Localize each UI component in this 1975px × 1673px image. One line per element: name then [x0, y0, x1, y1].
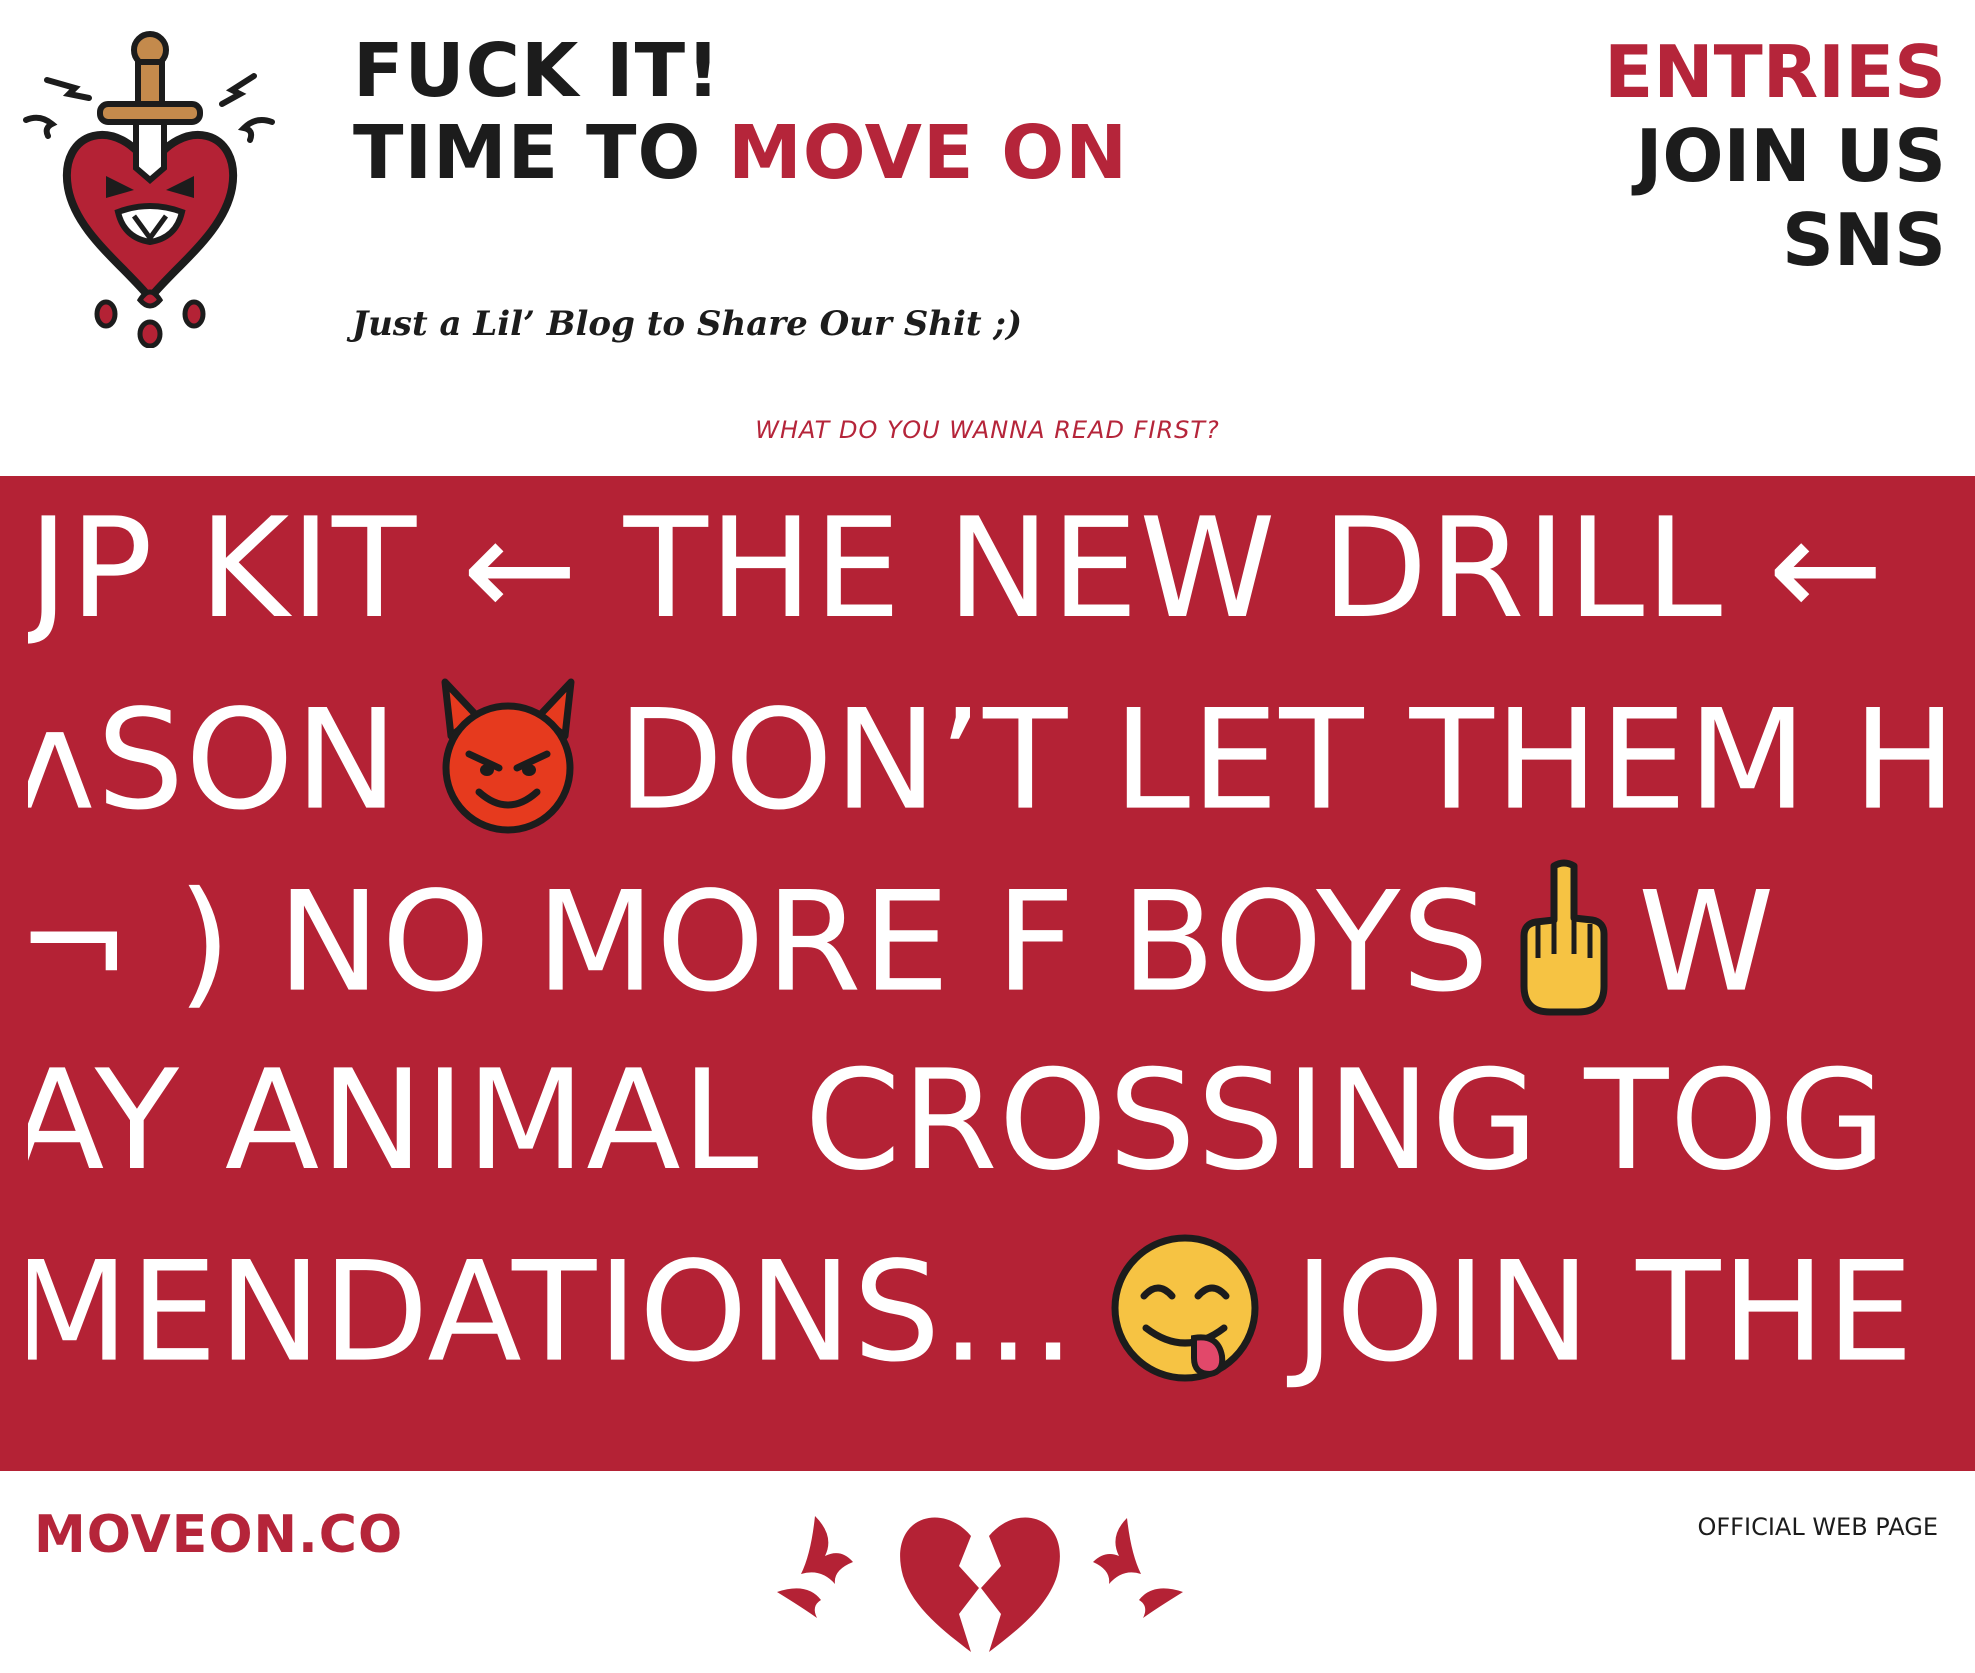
yum-face-icon [1100, 1228, 1270, 1416]
ticker-row-3-text-a[interactable]: ¬ ) NO MORE F BOYS [28, 862, 1490, 1023]
broken-heart-icon [777, 1516, 1183, 1652]
main-nav: ENTRIES JOIN US SNS [1604, 30, 1946, 282]
read-first-prompt: WHAT DO YOU WANNA READ FIRST? [755, 416, 1220, 444]
entries-ticker-band: JP KIT ← THE NEW DRILL ← ʌSON DON’T LET … [0, 476, 1975, 1471]
site-title: FUCK IT! TIME TO MOVE ON [353, 30, 1128, 194]
ticker-viewport: JP KIT ← THE NEW DRILL ← ʌSON DON’T LET … [28, 476, 1948, 1471]
smiling-devil-icon [423, 676, 593, 864]
ticker-row-5-text-a[interactable]: MENDATIONS... [28, 1232, 1076, 1393]
ticker-row-5-text-b[interactable]: JOIN THE [1294, 1232, 1914, 1393]
ticker-row-1[interactable]: JP KIT ← THE NEW DRILL ← [28, 494, 1885, 644]
ticker-row-2[interactable]: ʌSON DON’T LET THEM H [28, 676, 1948, 864]
title-line-2-accent: MOVE ON [728, 110, 1129, 196]
ticker-row-2-text-b[interactable]: DON’T LET THEM H [617, 680, 1948, 841]
nav-link-join-us[interactable]: JOIN US [1604, 114, 1946, 198]
nav-link-entries[interactable]: ENTRIES [1604, 30, 1946, 114]
ticker-row-5[interactable]: MENDATIONS... JOIN THE [28, 1228, 1914, 1416]
title-line-1: FUCK IT! [353, 28, 721, 114]
ticker-row-3-text-b[interactable]: W [1638, 862, 1775, 1023]
title-line-2: TIME TO MOVE ON [353, 112, 1128, 194]
site-tagline: Just a Lil’ Blog to Share Our Shit ;) [352, 304, 1023, 344]
ticker-row-1-text[interactable]: JP KIT ← THE NEW DRILL ← [28, 488, 1885, 649]
title-line-2-prefix: TIME TO [353, 110, 729, 196]
ticker-row-4-text[interactable]: AY ANIMAL CROSSING TOG [28, 1040, 1887, 1201]
ticker-row-3[interactable]: ¬ ) NO MORE F BOYS W [28, 858, 1775, 1046]
ticker-row-4[interactable]: AY ANIMAL CROSSING TOG [28, 1046, 1887, 1196]
nav-link-sns[interactable]: SNS [1604, 198, 1946, 282]
official-web-page-label: OFFICIAL WEB PAGE [1697, 1513, 1938, 1541]
dagger-heart-logo-icon[interactable] [22, 18, 282, 348]
middle-finger-icon [1514, 858, 1614, 1046]
ticker-row-2-text-a[interactable]: ʌSON [28, 680, 399, 841]
footer-site-name[interactable]: MOVEON.CO [34, 1505, 403, 1565]
